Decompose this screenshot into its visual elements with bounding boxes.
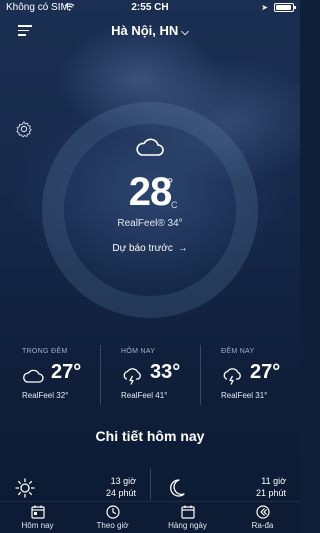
sun-duration-hours: 13 giờ xyxy=(110,476,136,486)
calendar-icon xyxy=(180,505,195,519)
period-tonight[interactable]: ĐÊM NAY 27° RealFeel 31° xyxy=(200,345,300,405)
moon-duration-hours: 11 giờ xyxy=(261,476,286,486)
tab-daily[interactable]: Hàng ngày xyxy=(150,505,225,533)
tab-label: Ra-đa xyxy=(251,521,274,530)
realfeel-current: RealFeel® 34° xyxy=(117,218,183,229)
period-label: ĐÊM NAY xyxy=(221,348,255,355)
tab-radar[interactable]: Ra-đa xyxy=(225,505,300,533)
cloud-icon xyxy=(23,369,44,383)
details-title: Chi tiết hôm nay xyxy=(95,428,205,444)
period-realfeel: RealFeel 41° xyxy=(121,391,168,400)
tab-hourly[interactable]: Theo giờ xyxy=(75,505,150,533)
degree-symbol: ° xyxy=(167,176,174,193)
thunderstorm-icon xyxy=(223,368,241,385)
moon-duration-minutes: 21 phút xyxy=(255,488,286,498)
calendar-today-icon xyxy=(30,505,45,519)
status-time: 2:55 CH xyxy=(131,2,169,13)
sun-icon xyxy=(15,478,35,498)
moon-duration: 11 giờ 21 phút xyxy=(240,475,286,499)
period-today[interactable]: HÔM NAY 33° RealFeel 41° xyxy=(100,345,200,405)
period-overnight[interactable]: TRONG ĐÊM 27° RealFeel 32° xyxy=(0,345,100,405)
temperature-unit: C xyxy=(171,200,178,210)
temperature-value: 28 xyxy=(128,170,172,214)
tab-today[interactable]: Hôm nay xyxy=(0,505,75,533)
period-temperature: 33° xyxy=(150,361,181,383)
period-temperature: 27° xyxy=(51,361,82,383)
location-arrow-icon: ➤ xyxy=(261,3,268,12)
period-label: HÔM NAY xyxy=(121,348,156,355)
tab-label: Hôm nay xyxy=(21,521,54,530)
forecast-link[interactable]: Dự báo trước → xyxy=(0,243,300,254)
clock-icon xyxy=(105,505,120,519)
bottom-tab-bar: Hôm nay Theo giờ Hàng ngày Ra-đa xyxy=(0,501,300,533)
period-realfeel: RealFeel 31° xyxy=(221,391,268,400)
chevron-down-icon: ⌵ xyxy=(181,27,189,38)
period-label: TRONG ĐÊM xyxy=(22,348,68,355)
battery-level xyxy=(276,5,292,10)
forecast-link-label: Dự báo trước xyxy=(112,243,173,254)
radar-icon xyxy=(255,505,270,519)
period-temperature: 27° xyxy=(250,361,281,383)
sun-duration-minutes: 24 phút xyxy=(105,488,136,498)
moon-icon xyxy=(170,479,185,497)
details-divider xyxy=(150,468,151,500)
city-name: Hà Nội, HN xyxy=(111,23,179,38)
thunderstorm-icon xyxy=(123,368,141,385)
tab-label: Theo giờ xyxy=(96,521,129,530)
cloud-icon xyxy=(136,138,164,156)
sun-duration: 13 giờ 24 phút xyxy=(90,475,136,499)
current-temperature: 28 ° C xyxy=(0,170,300,215)
arrow-right-icon: → xyxy=(177,243,188,254)
period-realfeel: RealFeel 32° xyxy=(22,391,69,400)
status-bar: Không có SIM 2:55 CH ➤ xyxy=(0,0,300,16)
period-forecast-row: TRONG ĐÊM 27° RealFeel 32° HÔM NAY 33° R… xyxy=(0,345,300,405)
tab-label: Hàng ngày xyxy=(168,521,207,530)
gear-icon[interactable] xyxy=(15,120,33,138)
battery-icon xyxy=(274,3,296,12)
city-selector[interactable]: Hà Nội, HN ⌵ xyxy=(0,23,300,38)
